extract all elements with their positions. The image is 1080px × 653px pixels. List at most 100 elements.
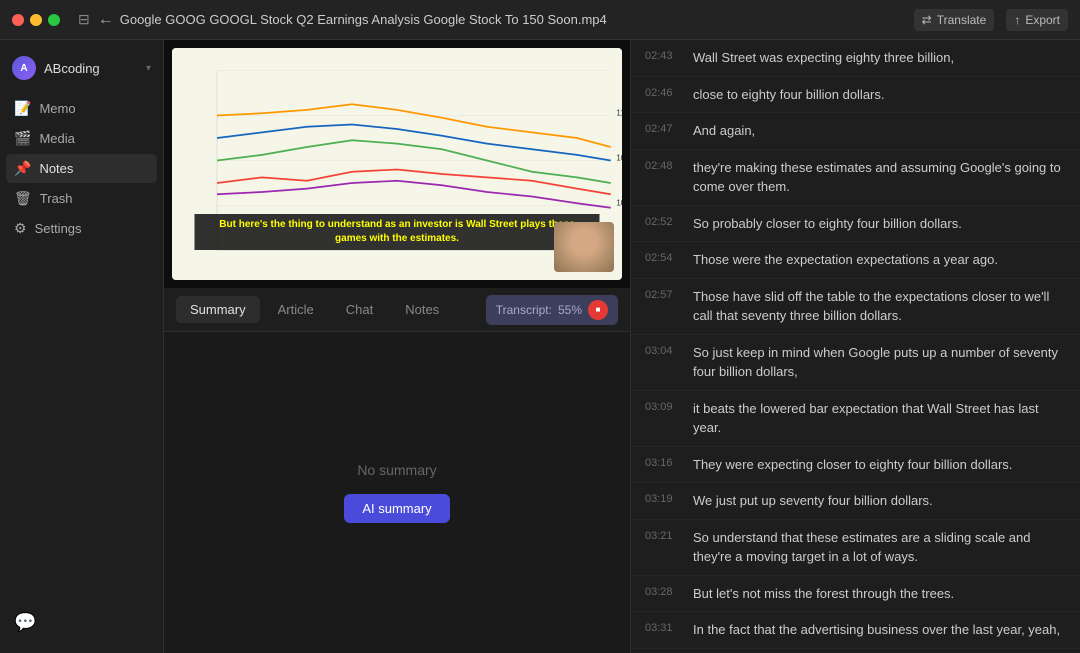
sidebar-item-settings[interactable]: ⚙ Settings: [6, 214, 157, 243]
transcript-entry[interactable]: 02:54 Those were the expectation expecta…: [631, 242, 1080, 279]
chat-icon[interactable]: 💬: [14, 612, 149, 633]
transcript-timestamp: 03:31: [645, 620, 683, 640]
close-button[interactable]: [12, 14, 24, 26]
tab-notes[interactable]: Notes: [391, 296, 453, 323]
transcript-entry[interactable]: 03:21 So understand that these estimates…: [631, 520, 1080, 576]
media-icon: 🎬: [14, 130, 31, 147]
translate-button[interactable]: ⇄ Translate: [914, 9, 995, 31]
video-frame: 10,500 11,000 10,000 But here's the thin…: [172, 48, 622, 280]
back-button[interactable]: ←: [98, 11, 114, 29]
transcript-text: So probably closer to eighty four billio…: [693, 214, 962, 234]
transcript-label: Transcript:: [496, 303, 552, 317]
trash-icon: 🗑: [14, 190, 32, 207]
transcript-timestamp: 03:16: [645, 455, 683, 475]
transcript-stop-button[interactable]: ■: [588, 300, 608, 320]
export-label: Export: [1025, 13, 1060, 27]
transcript-timestamp: 02:43: [645, 48, 683, 68]
sidebar-item-memo-label: Memo: [39, 101, 75, 116]
sidebar-item-settings-label: Settings: [35, 221, 82, 236]
chevron-down-icon: ▾: [146, 63, 151, 74]
transcript-entry[interactable]: 03:34 advertising went up from fifty _: [631, 649, 1080, 653]
ai-summary-button[interactable]: AI summary: [344, 494, 449, 523]
export-button[interactable]: ↑ Export: [1006, 9, 1068, 31]
transcript-text: They were expecting closer to eighty fou…: [693, 455, 1012, 475]
workspace-selector[interactable]: A ABcoding ▾: [0, 50, 163, 86]
settings-icon: ⚙: [14, 220, 27, 237]
tab-article[interactable]: Article: [264, 296, 328, 323]
sidebar-item-notes[interactable]: 📌 Notes: [6, 154, 157, 183]
transcript-entry[interactable]: 02:52 So probably closer to eighty four …: [631, 206, 1080, 243]
video-thumbnail[interactable]: 10,500 11,000 10,000 But here's the thin…: [164, 40, 630, 288]
transcript-entry[interactable]: 02:48 they're making these estimates and…: [631, 150, 1080, 206]
transcript-text: Those have slid off the table to the exp…: [693, 287, 1066, 326]
transcript-timestamp: 02:48: [645, 158, 683, 197]
transcript-entry[interactable]: 03:04 So just keep in mind when Google p…: [631, 335, 1080, 391]
sidebar-item-trash[interactable]: 🗑 Trash: [6, 184, 157, 213]
transcript-text: they're making these estimates and assum…: [693, 158, 1066, 197]
svg-text:10,500: 10,500: [616, 154, 622, 163]
export-icon: ↑: [1014, 13, 1020, 27]
transcript-entry[interactable]: 02:43 Wall Street was expecting eighty t…: [631, 40, 1080, 77]
tab-summary[interactable]: Summary: [176, 296, 260, 323]
sidebar-item-media[interactable]: 🎬 Media: [6, 124, 157, 153]
tabs-bar: Summary Article Chat Notes Transcript: 5…: [164, 288, 630, 332]
sidebar-nav: 📝 Memo 🎬 Media 📌 Notes 🗑 Trash ⚙ Setting…: [0, 94, 163, 243]
maximize-button[interactable]: [48, 14, 60, 26]
transcript-entry[interactable]: 02:57 Those have slid off the table to t…: [631, 279, 1080, 335]
titlebar-actions: ⇄ Translate ↑ Export: [914, 9, 1068, 31]
transcript-timestamp: 02:52: [645, 214, 683, 234]
translate-label: Translate: [937, 13, 987, 27]
transcript-button[interactable]: Transcript: 55% ■: [486, 295, 618, 325]
video-subtitle: But here's the thing to understand as an…: [195, 214, 600, 250]
svg-text:10,000: 10,000: [616, 199, 622, 208]
transcript-timestamp: 03:21: [645, 528, 683, 567]
video-container: 10,500 11,000 10,000 But here's the thin…: [164, 40, 630, 288]
transcript-entry[interactable]: 03:19 We just put up seventy four billio…: [631, 483, 1080, 520]
speaker-thumbnail: [554, 222, 614, 272]
transcript-timestamp: 02:47: [645, 121, 683, 141]
no-summary-label: No summary: [357, 462, 436, 478]
sidebar-toggle-icon[interactable]: ⊟: [78, 11, 90, 28]
memo-icon: 📝: [14, 100, 31, 117]
sidebar-bottom: 💬: [0, 602, 163, 643]
transcript-text: So understand that these estimates are a…: [693, 528, 1066, 567]
transcript-timestamp: 03:04: [645, 343, 683, 382]
transcript-text: But let's not miss the forest through th…: [693, 584, 954, 604]
window-title: Google GOOG GOOGL Stock Q2 Earnings Anal…: [120, 12, 914, 27]
transcript-timestamp: 02:54: [645, 250, 683, 270]
speaker-face: [554, 222, 614, 272]
main-content: 10,500 11,000 10,000 But here's the thin…: [164, 40, 630, 653]
transcript-text: And again,: [693, 121, 755, 141]
transcript-text: So just keep in mind when Google puts up…: [693, 343, 1066, 382]
minimize-button[interactable]: [30, 14, 42, 26]
transcript-entry[interactable]: 03:31 In the fact that the advertising b…: [631, 612, 1080, 649]
summary-panel: No summary AI summary: [164, 332, 630, 653]
transcript-timestamp: 03:19: [645, 491, 683, 511]
sidebar: A ABcoding ▾ 📝 Memo 🎬 Media 📌 Notes 🗑 Tr…: [0, 40, 164, 653]
svg-text:11,000: 11,000: [616, 109, 622, 118]
transcript-entry[interactable]: 02:46 close to eighty four billion dolla…: [631, 77, 1080, 114]
tab-chat[interactable]: Chat: [332, 296, 387, 323]
translate-icon: ⇄: [922, 13, 932, 27]
transcript-text: We just put up seventy four billion doll…: [693, 491, 933, 511]
sidebar-item-media-label: Media: [39, 131, 74, 146]
transcript-timestamp: 03:28: [645, 584, 683, 604]
app-layout: A ABcoding ▾ 📝 Memo 🎬 Media 📌 Notes 🗑 Tr…: [0, 0, 1080, 653]
sidebar-item-trash-label: Trash: [40, 191, 73, 206]
transcript-panel[interactable]: 02:43 Wall Street was expecting eighty t…: [630, 40, 1080, 653]
workspace-name: ABcoding: [44, 61, 138, 76]
transcript-text: Wall Street was expecting eighty three b…: [693, 48, 954, 68]
avatar: A: [12, 56, 36, 80]
transcript-entry[interactable]: 03:09 it beats the lowered bar expectati…: [631, 391, 1080, 447]
transcript-entry[interactable]: 02:47 And again,: [631, 113, 1080, 150]
chart-background: 10,500 11,000 10,000 But here's the thin…: [172, 48, 622, 280]
transcript-text: Those were the expectation expectations …: [693, 250, 998, 270]
transcript-text: it beats the lowered bar expectation tha…: [693, 399, 1066, 438]
transcript-entry[interactable]: 03:28 But let's not miss the forest thro…: [631, 576, 1080, 613]
transcript-entry[interactable]: 03:16 They were expecting closer to eigh…: [631, 447, 1080, 484]
sidebar-item-notes-label: Notes: [39, 161, 73, 176]
sidebar-item-memo[interactable]: 📝 Memo: [6, 94, 157, 123]
stop-icon: ■: [596, 305, 601, 314]
transcript-timestamp: 03:09: [645, 399, 683, 438]
transcript-text: close to eighty four billion dollars.: [693, 85, 885, 105]
